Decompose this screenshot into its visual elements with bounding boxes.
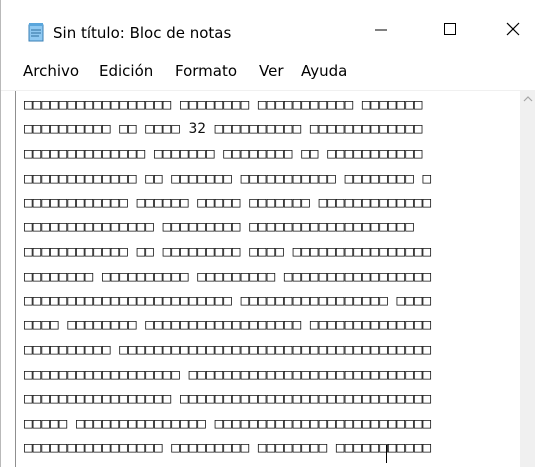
minimize-icon — [375, 29, 387, 31]
minimize-button[interactable] — [358, 12, 404, 46]
text-line: □□□□□□□□□□□□ □□□□□□ □□□□□ □□□□□□□ □□□□□□… — [24, 195, 432, 211]
menu-bar: Archivo Edición Formato Ver Ayuda — [1, 46, 535, 91]
chevron-up-icon — [523, 96, 533, 102]
text-line: □□□□□□□□□□□□ □□ □□□□□□□□□ □□□□ □□□□□□□□□… — [24, 244, 432, 260]
text-editor-area[interactable]: □□□□□□□□□□□□□□□□□ □□□□□□□□ □□□□□□□□□□□ □… — [15, 91, 520, 467]
menu-formato[interactable]: Formato — [175, 62, 237, 80]
close-icon — [506, 22, 520, 36]
menu-archivo[interactable]: Archivo — [23, 62, 79, 80]
text-line: □□□□□□□□□□□□□□□□ □□□□□□□□□ □□□□□□□□ □□□□… — [24, 440, 432, 456]
vertical-scrollbar[interactable] — [520, 91, 535, 467]
text-line: □□□□□□□□□□□□□ □□ □□□□□□□ □□□□□□□□□□□ □□□… — [24, 171, 432, 187]
text-line: □□□□□□□□□□□□□□□ □□□□□□□□□ □□□□□□□□□□□□□□… — [24, 219, 414, 235]
title-bar[interactable]: Sin título: Bloc de notas — [1, 0, 535, 46]
text-line: □□□□□□□□□□□□□□□□□□ □□□□□□□□□□□□□□□□□□□□□… — [24, 367, 432, 383]
maximize-button[interactable] — [427, 12, 473, 46]
close-button[interactable] — [490, 12, 535, 46]
notepad-icon — [28, 23, 44, 42]
text-line: □□□□ □□□□□□□□ □□□□□□□□□□□□□□□□□□ □□□□□□□… — [24, 317, 432, 333]
text-line: □□□□□□□□□□ □□ □□□□ 32 □□□□□□□□□□ □□□□□□□… — [24, 121, 423, 137]
text-line: □□□□□□□□□□ □□□□□□□□□□□□□□□□□□□□□□□□□□□□□… — [24, 342, 432, 358]
menu-edicion[interactable]: Edición — [99, 62, 153, 80]
window-title: Sin título: Bloc de notas — [53, 24, 232, 42]
text-line: □□□□□ □□□□□□□□□□□□□□□ □□□□□□□□□□□□□□□□□□… — [24, 416, 432, 432]
maximize-icon — [444, 23, 456, 35]
text-line: □□□□□□□□ □□□□□□□□□□ □□□□□□□□□ □□□□□□□□□□… — [24, 269, 432, 285]
text-line: □□□□□□□□□□□□□□ □□□□□□□ □□□□□□□□ □□ □□□□□… — [24, 146, 423, 162]
text-caret — [386, 445, 387, 463]
scroll-up-button[interactable] — [520, 91, 535, 107]
text-line: □□□□□□□□□□□□□□□□□ □□□□□□□□□□□□□□□□□□□□□□… — [24, 391, 432, 407]
text-line: □□□□□□□□□□□□□□□□□□□□□□□□ □□□□□□□□□□□□□□□… — [24, 293, 432, 309]
text-line: □□□□□□□□□□□□□□□□□ □□□□□□□□ □□□□□□□□□□□ □… — [24, 97, 423, 113]
menu-ayuda[interactable]: Ayuda — [301, 62, 347, 80]
notepad-window: Sin título: Bloc de notas Archivo Edició… — [0, 0, 535, 467]
menu-ver[interactable]: Ver — [259, 62, 284, 80]
